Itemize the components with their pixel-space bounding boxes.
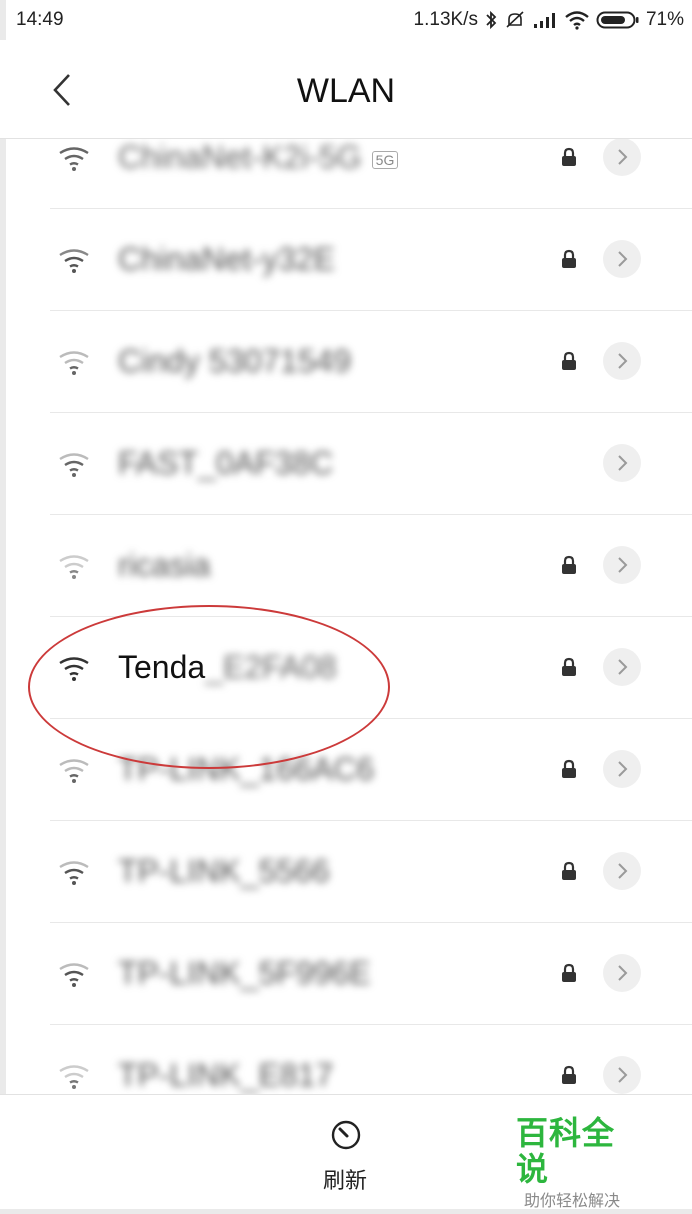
network-details-button[interactable] — [603, 1056, 641, 1094]
status-indicators: 1.13K/s 71% — [414, 8, 684, 32]
wifi-signal-icon — [59, 963, 89, 987]
band-badge: 5G — [371, 150, 399, 169]
network-details-button[interactable] — [603, 444, 641, 482]
watermark-subtitle: 助你轻松解决 — [524, 1193, 621, 1210]
lock-icon — [562, 963, 576, 982]
battery-percent: 71% — [645, 9, 684, 30]
wifi-signal-icon — [59, 657, 89, 681]
network-ssid: Tenda_E2FA08 — [118, 649, 337, 685]
network-details-button[interactable] — [603, 546, 641, 584]
watermark-logo: 百科全说 助你轻松解决 — [516, 1115, 646, 1211]
wifi-network-list[interactable]: ChinaNet-K2i-5G 5G ChinaNet-y32E Cindy 53… — [0, 139, 692, 1094]
chevron-right-icon — [618, 149, 628, 165]
page-title: WLAN — [296, 72, 396, 110]
chevron-right-icon — [618, 965, 628, 981]
network-ssid: ChinaNet-K2i-5G 5G — [118, 139, 399, 176]
lock-icon — [562, 351, 576, 370]
watermark-title: 百科全说 — [516, 1115, 616, 1187]
wifi-signal-icon — [59, 555, 89, 579]
wifi-signal-icon — [59, 759, 89, 783]
wifi-signal-icon — [59, 249, 89, 273]
network-ssid: Cindy 53071549 — [118, 343, 352, 379]
wifi-status-icon — [564, 10, 590, 30]
chevron-right-icon — [618, 863, 628, 879]
title-bar: WLAN — [0, 40, 692, 139]
network-details-button[interactable] — [603, 342, 641, 380]
refresh-label: 刷新 — [322, 1168, 367, 1193]
lock-icon — [562, 147, 576, 166]
wifi-network-row[interactable]: TP-LINK_166AC6 — [0, 719, 692, 821]
battery-icon — [596, 10, 640, 30]
network-details-button[interactable] — [603, 648, 641, 686]
network-details-button[interactable] — [603, 852, 641, 890]
network-ssid: TP-LINK_5F996E — [118, 955, 371, 991]
bottom-bar: 刷新 百科全说 助你轻松解决 — [0, 1094, 692, 1211]
mute-icon — [504, 10, 526, 30]
wifi-signal-icon — [59, 453, 89, 477]
network-details-button[interactable] — [603, 240, 641, 278]
lock-icon — [562, 249, 576, 268]
wifi-signal-icon — [59, 147, 89, 171]
network-details-button[interactable] — [603, 139, 641, 176]
network-details-button[interactable] — [603, 750, 641, 788]
chevron-right-icon — [618, 353, 628, 369]
refresh-button[interactable]: 刷新 — [300, 1115, 390, 1195]
wifi-network-row[interactable]: Cindy 53071549 — [0, 311, 692, 413]
chevron-right-icon — [618, 251, 628, 267]
wifi-network-row[interactable]: ChinaNet-K2i-5G 5G — [0, 139, 692, 209]
lock-icon — [562, 759, 576, 778]
signal-icon — [532, 11, 558, 29]
chevron-right-icon — [618, 557, 628, 573]
wifi-network-row[interactable]: TP-LINK_E817 — [0, 1025, 692, 1094]
wifi-network-row[interactable]: TP-LINK_5F996E — [0, 923, 692, 1025]
wifi-network-row[interactable]: ricasia — [0, 515, 692, 617]
status-bar: 14:49 1.13K/s 71% — [0, 0, 692, 40]
network-ssid: FAST_0AF38C — [118, 445, 334, 481]
chevron-right-icon — [618, 455, 628, 471]
net-speed: 1.13K/s — [413, 9, 478, 30]
network-ssid: ricasia — [118, 547, 211, 583]
bluetooth-icon — [484, 10, 498, 30]
chevron-right-icon — [618, 761, 628, 777]
chevron-right-icon — [618, 659, 628, 675]
lock-icon — [562, 555, 576, 574]
lock-icon — [562, 1065, 576, 1084]
wifi-network-row[interactable]: TP-LINK_5566 — [0, 821, 692, 923]
network-details-button[interactable] — [603, 954, 641, 992]
lock-icon — [562, 861, 576, 880]
network-ssid: TP-LINK_5566 — [118, 853, 330, 889]
network-ssid: ChinaNet-y32E — [118, 241, 335, 277]
network-ssid: TP-LINK_166AC6 — [118, 751, 375, 787]
wifi-signal-icon — [59, 351, 89, 375]
wifi-network-row[interactable]: FAST_0AF38C — [0, 413, 692, 515]
wifi-signal-icon — [59, 1065, 89, 1089]
lock-icon — [562, 657, 576, 676]
network-ssid: TP-LINK_E817 — [118, 1057, 334, 1093]
refresh-icon — [331, 1120, 361, 1150]
wifi-network-row[interactable]: ChinaNet-y32E — [0, 209, 692, 311]
chevron-right-icon — [618, 1067, 628, 1083]
wifi-network-row-tenda[interactable]: Tenda_E2FA08 — [0, 617, 692, 719]
status-time: 14:49 — [16, 9, 64, 30]
wifi-signal-icon — [59, 861, 89, 885]
